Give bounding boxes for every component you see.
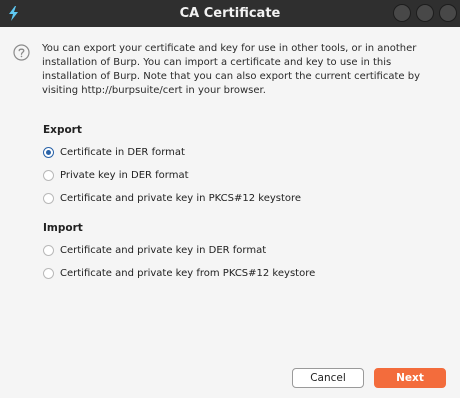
maximize-button[interactable]	[416, 4, 434, 22]
radio-label: Private key in DER format	[60, 169, 189, 181]
import-option-der[interactable]: Certificate and private key in DER forma…	[43, 242, 266, 258]
cancel-button[interactable]: Cancel	[292, 368, 364, 388]
radio-button[interactable]	[43, 244, 54, 256]
export-option-private-key-der[interactable]: Private key in DER format	[43, 167, 189, 183]
export-option-pkcs12[interactable]: Certificate and private key in PKCS#12 k…	[43, 190, 301, 206]
help-icon	[13, 44, 30, 61]
radio-label: Certificate and private key from PKCS#12…	[60, 267, 316, 279]
import-option-pkcs12[interactable]: Certificate and private key from PKCS#12…	[43, 265, 315, 281]
close-button[interactable]	[439, 4, 457, 22]
window-title: CA Certificate	[179, 6, 281, 21]
radio-label: Certificate and private key in DER forma…	[60, 244, 267, 256]
intro-text: You can export your certificate and key …	[42, 43, 420, 96]
radio-label: Certificate in DER format	[60, 146, 185, 158]
ca-certificate-dialog: CA Certificate You can export your certi…	[0, 0, 460, 398]
radio-label: Certificate and private key in PKCS#12 k…	[60, 192, 302, 204]
radio-button[interactable]	[43, 169, 54, 181]
radio-button[interactable]	[43, 267, 54, 279]
import-heading: Import	[43, 222, 83, 234]
next-button[interactable]: Next	[374, 368, 446, 388]
minimize-button[interactable]	[393, 4, 411, 22]
radio-button[interactable]	[43, 192, 54, 204]
export-heading: Export	[43, 124, 82, 136]
radio-button-selected[interactable]	[43, 146, 54, 158]
export-option-certificate-der[interactable]: Certificate in DER format	[43, 144, 185, 160]
title-bar[interactable]: CA Certificate	[0, 0, 460, 27]
